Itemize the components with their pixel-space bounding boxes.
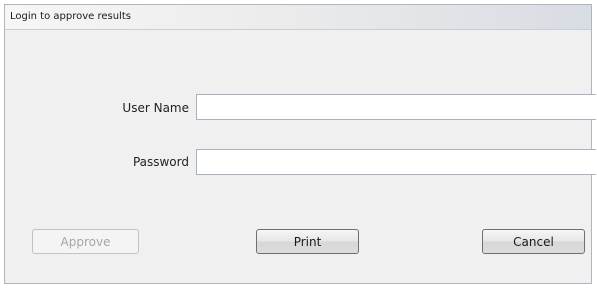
dialog-title: Login to approve results bbox=[10, 11, 131, 22]
cancel-button[interactable]: Cancel bbox=[482, 229, 585, 254]
username-field[interactable] bbox=[196, 94, 596, 120]
password-field[interactable] bbox=[196, 149, 596, 175]
print-button[interactable]: Print bbox=[256, 229, 359, 254]
approve-button[interactable]: Approve bbox=[32, 229, 139, 254]
login-dialog: Login to approve results User Name Passw… bbox=[4, 4, 596, 284]
username-label: User Name bbox=[122, 101, 189, 115]
password-label: Password bbox=[132, 155, 189, 169]
title-bar[interactable]: Login to approve results bbox=[5, 5, 591, 30]
